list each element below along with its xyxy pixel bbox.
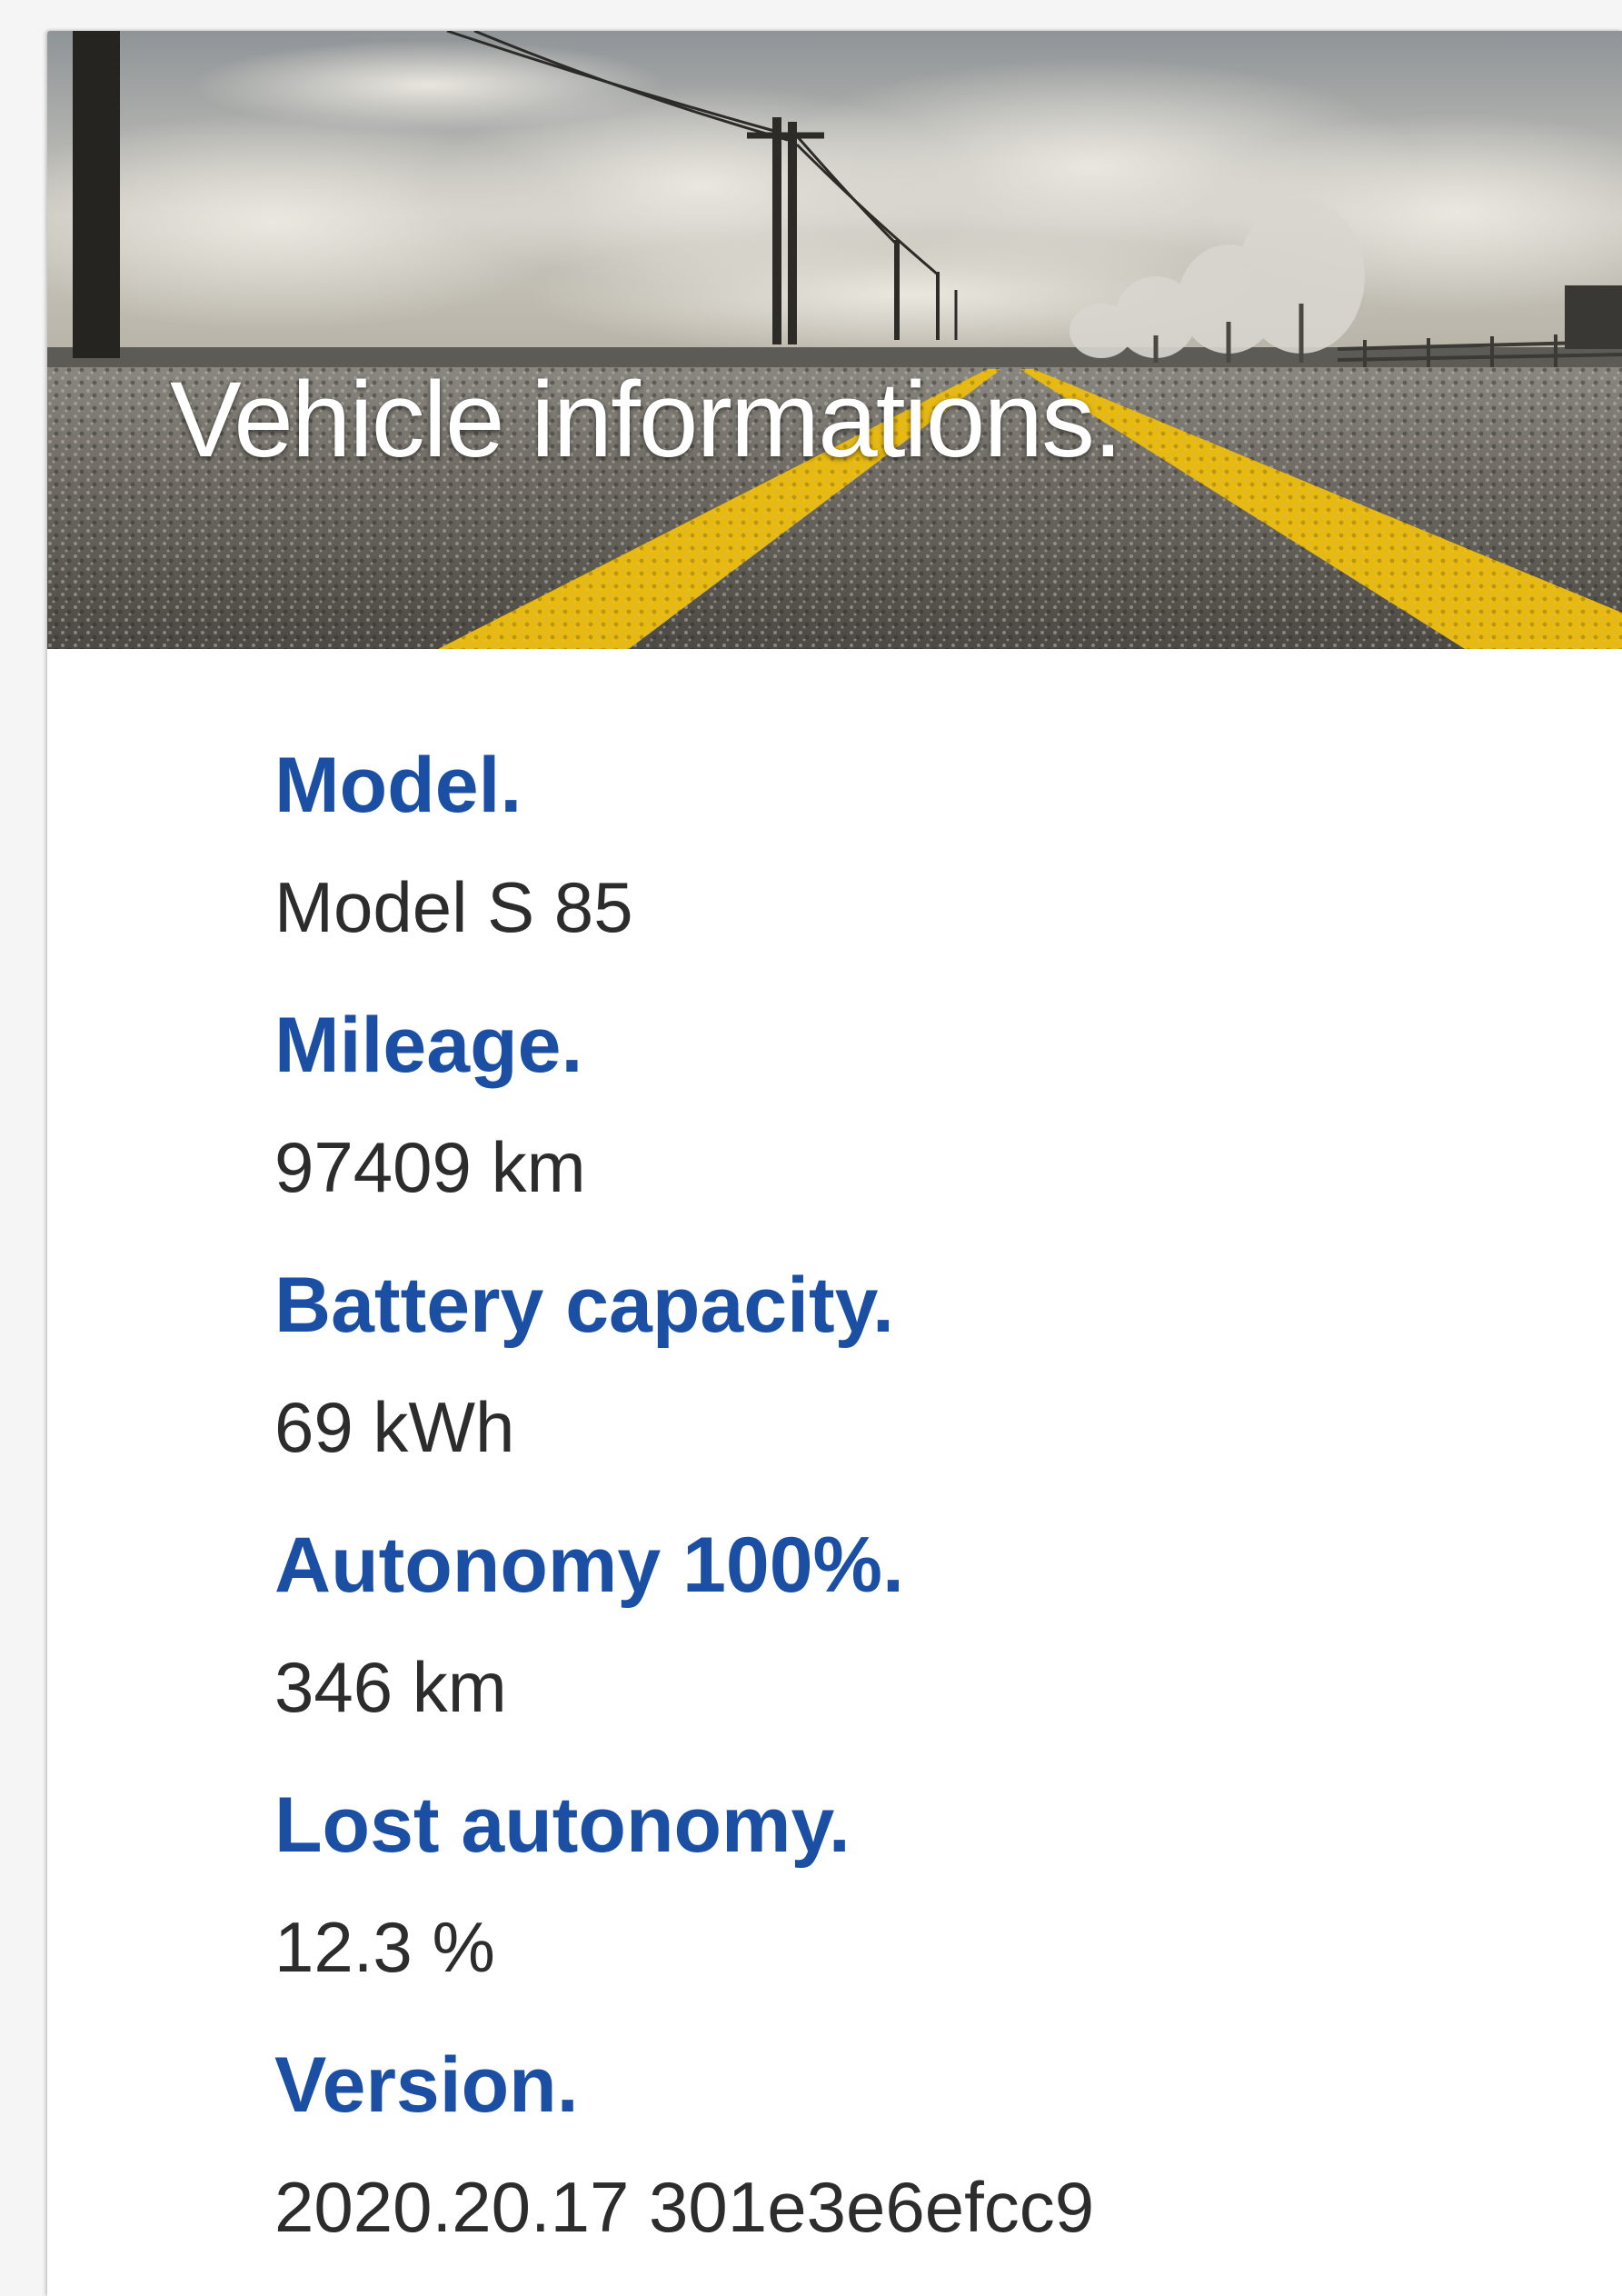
field-autonomy-100: Autonomy 100%. 346 km — [274, 1520, 1094, 1732]
card-header: Vehicle informations. — [47, 31, 1622, 649]
field-battery-capacity: Battery capacity. 69 kWh — [274, 1260, 1094, 1472]
field-version: Version. 2020.20.17 301e3e6efcc9 — [274, 2040, 1094, 2252]
card-title: Vehicle informations. — [170, 360, 1123, 480]
field-label-autonomy-100: Autonomy 100%. — [274, 1522, 904, 1609]
field-label-lost-autonomy: Lost autonomy. — [274, 1782, 851, 1869]
field-value-model: Model S 85 — [274, 867, 633, 947]
field-label-battery-capacity: Battery capacity. — [274, 1262, 894, 1349]
field-value-mileage: 97409 km — [274, 1127, 586, 1207]
vehicle-info-list: Model. Model S 85 Mileage. 97409 km Batt… — [274, 740, 1094, 2296]
field-label-version: Version. — [274, 2041, 579, 2129]
field-label-model: Model. — [274, 742, 522, 829]
road-header-image — [47, 31, 1622, 649]
field-lost-autonomy: Lost autonomy. 12.3 % — [274, 1780, 1094, 1992]
field-value-battery-capacity: 69 kWh — [274, 1387, 515, 1467]
vehicle-info-card: Vehicle informations. Model. Model S 85 … — [47, 31, 1622, 2296]
field-value-version: 2020.20.17 301e3e6efcc9 — [274, 2167, 1095, 2247]
field-label-mileage: Mileage. — [274, 1002, 583, 1089]
field-value-autonomy-100: 346 km — [274, 1647, 507, 1727]
field-mileage: Mileage. 97409 km — [274, 1000, 1094, 1213]
field-value-lost-autonomy: 12.3 % — [274, 1907, 495, 1987]
field-model: Model. Model S 85 — [274, 740, 1094, 953]
